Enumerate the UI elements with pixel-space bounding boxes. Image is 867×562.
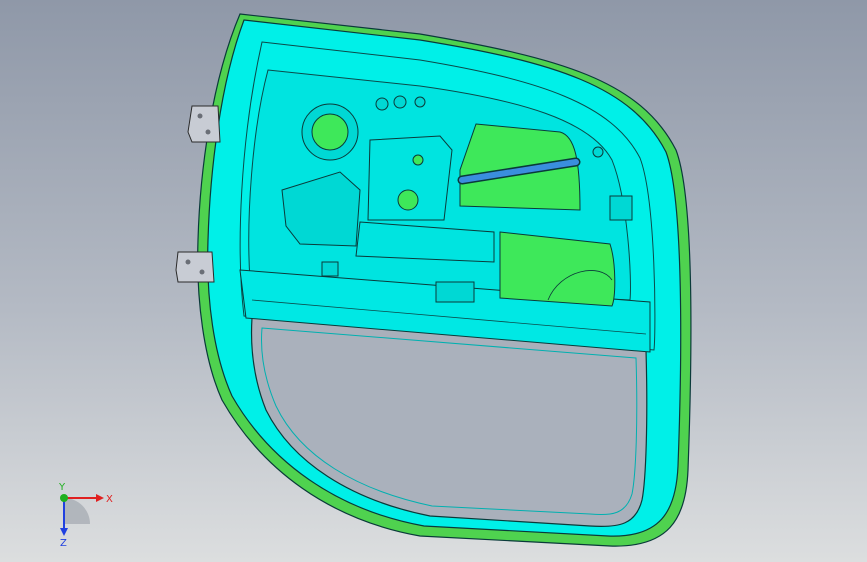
handle-pocket bbox=[435, 281, 475, 303]
z-axis-label: Z bbox=[60, 538, 67, 548]
hole bbox=[414, 96, 426, 108]
coordinate-triad: X Y Z bbox=[58, 482, 113, 548]
speaker-insert bbox=[311, 113, 349, 151]
door-inner-panel-model[interactable] bbox=[0, 0, 867, 562]
hole bbox=[412, 154, 424, 166]
latch-pocket bbox=[609, 195, 633, 221]
green-insert-lower bbox=[499, 231, 616, 307]
upper-hinge[interactable] bbox=[187, 105, 221, 143]
x-axis-arrow bbox=[96, 494, 104, 502]
y-axis-dot bbox=[60, 494, 68, 502]
hole bbox=[397, 189, 419, 211]
clip-pocket bbox=[321, 261, 339, 277]
graphics-viewport[interactable]: X Y Z bbox=[0, 0, 867, 562]
lower-hinge[interactable] bbox=[175, 251, 215, 283]
triad-shadow bbox=[64, 498, 90, 524]
z-axis-arrow bbox=[60, 528, 68, 536]
y-axis-label: Y bbox=[58, 482, 66, 493]
x-axis-label: X bbox=[106, 494, 113, 505]
hole bbox=[592, 146, 604, 158]
hole bbox=[393, 95, 407, 109]
hole bbox=[375, 97, 389, 111]
